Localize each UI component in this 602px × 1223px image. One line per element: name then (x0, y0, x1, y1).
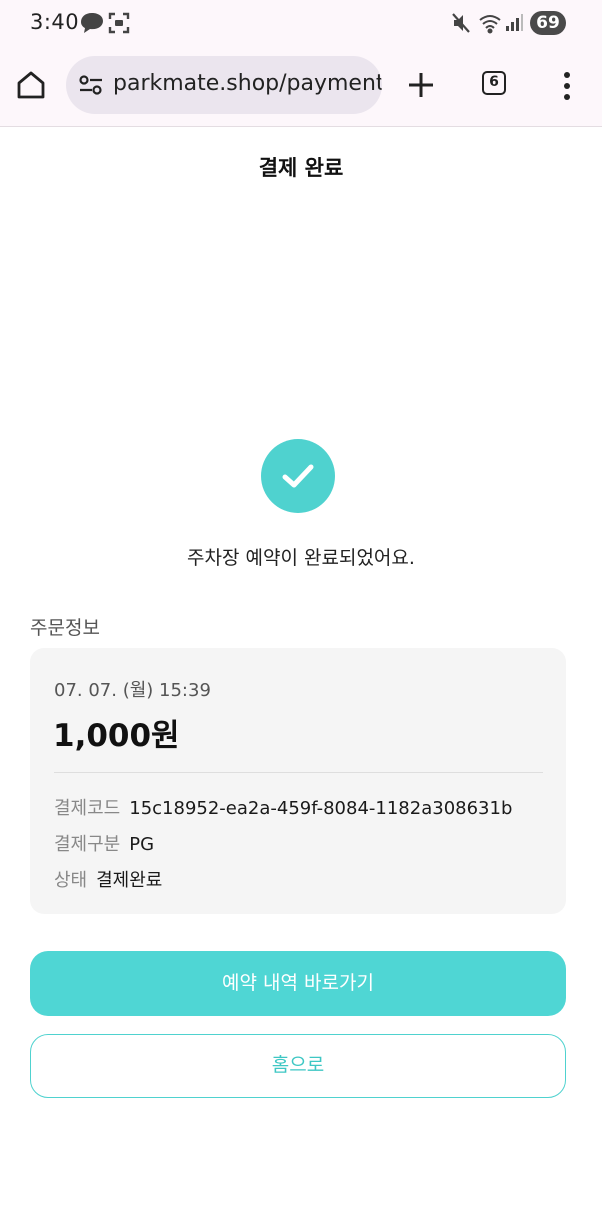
address-bar[interactable]: parkmate.shop/payment (66, 56, 382, 114)
url-text[interactable]: parkmate.shop/payment (113, 71, 382, 96)
mute-icon (451, 12, 471, 38)
divider (54, 772, 543, 773)
go-home-button[interactable]: 홈으로 (30, 1034, 566, 1098)
payment-complete-page: 3:40 69 parkmate.shop/payment 6 결제 완료 주차… (0, 0, 602, 1223)
battery-indicator: 69 (530, 11, 566, 35)
order-info-heading: 주문정보 (30, 617, 100, 639)
view-reservations-button[interactable]: 예약 내역 바로가기 (30, 951, 566, 1016)
order-info-card: 07. 07. (월) 15:39 1,000원 결제코드 15c18952-ea… (30, 648, 566, 914)
status-bar: 3:40 69 (0, 0, 602, 46)
payment-type-row: 결제구분 PG (54, 830, 154, 856)
payment-code-value: 15c18952-ea2a-459f-8084-1182a308631b (129, 798, 513, 819)
order-date: 07. 07. (월) 15:39 (54, 680, 211, 701)
payment-type-value: PG (129, 834, 155, 855)
tab-switcher-button[interactable]: 6 (482, 71, 506, 95)
payment-code-row: 결제코드 15c18952-ea2a-459f-8084-1182a308631b (54, 794, 512, 820)
completion-message: 주차장 예약이 완료되었어요. (187, 547, 415, 569)
more-menu-icon[interactable] (560, 70, 574, 102)
new-tab-icon[interactable] (406, 70, 436, 100)
status-time: 3:40 (30, 10, 80, 34)
home-icon[interactable] (14, 68, 48, 102)
status-label: 상태 (54, 870, 88, 891)
status-row: 상태 결제완료 (54, 866, 162, 892)
chat-bubble-icon (80, 12, 104, 38)
wifi-icon (478, 12, 502, 38)
payment-type-label: 결제구분 (54, 834, 121, 855)
site-settings-icon[interactable] (78, 74, 104, 100)
payment-code-label: 결제코드 (54, 798, 121, 819)
page-title: 결제 완료 (258, 156, 344, 180)
screen-capture-icon (108, 12, 130, 38)
success-check-icon (261, 439, 335, 513)
signal-icon (505, 12, 523, 36)
order-amount: 1,000원 (53, 718, 180, 754)
browser-toolbar: parkmate.shop/payment 6 (0, 46, 602, 127)
status-value: 결제완료 (96, 870, 163, 891)
